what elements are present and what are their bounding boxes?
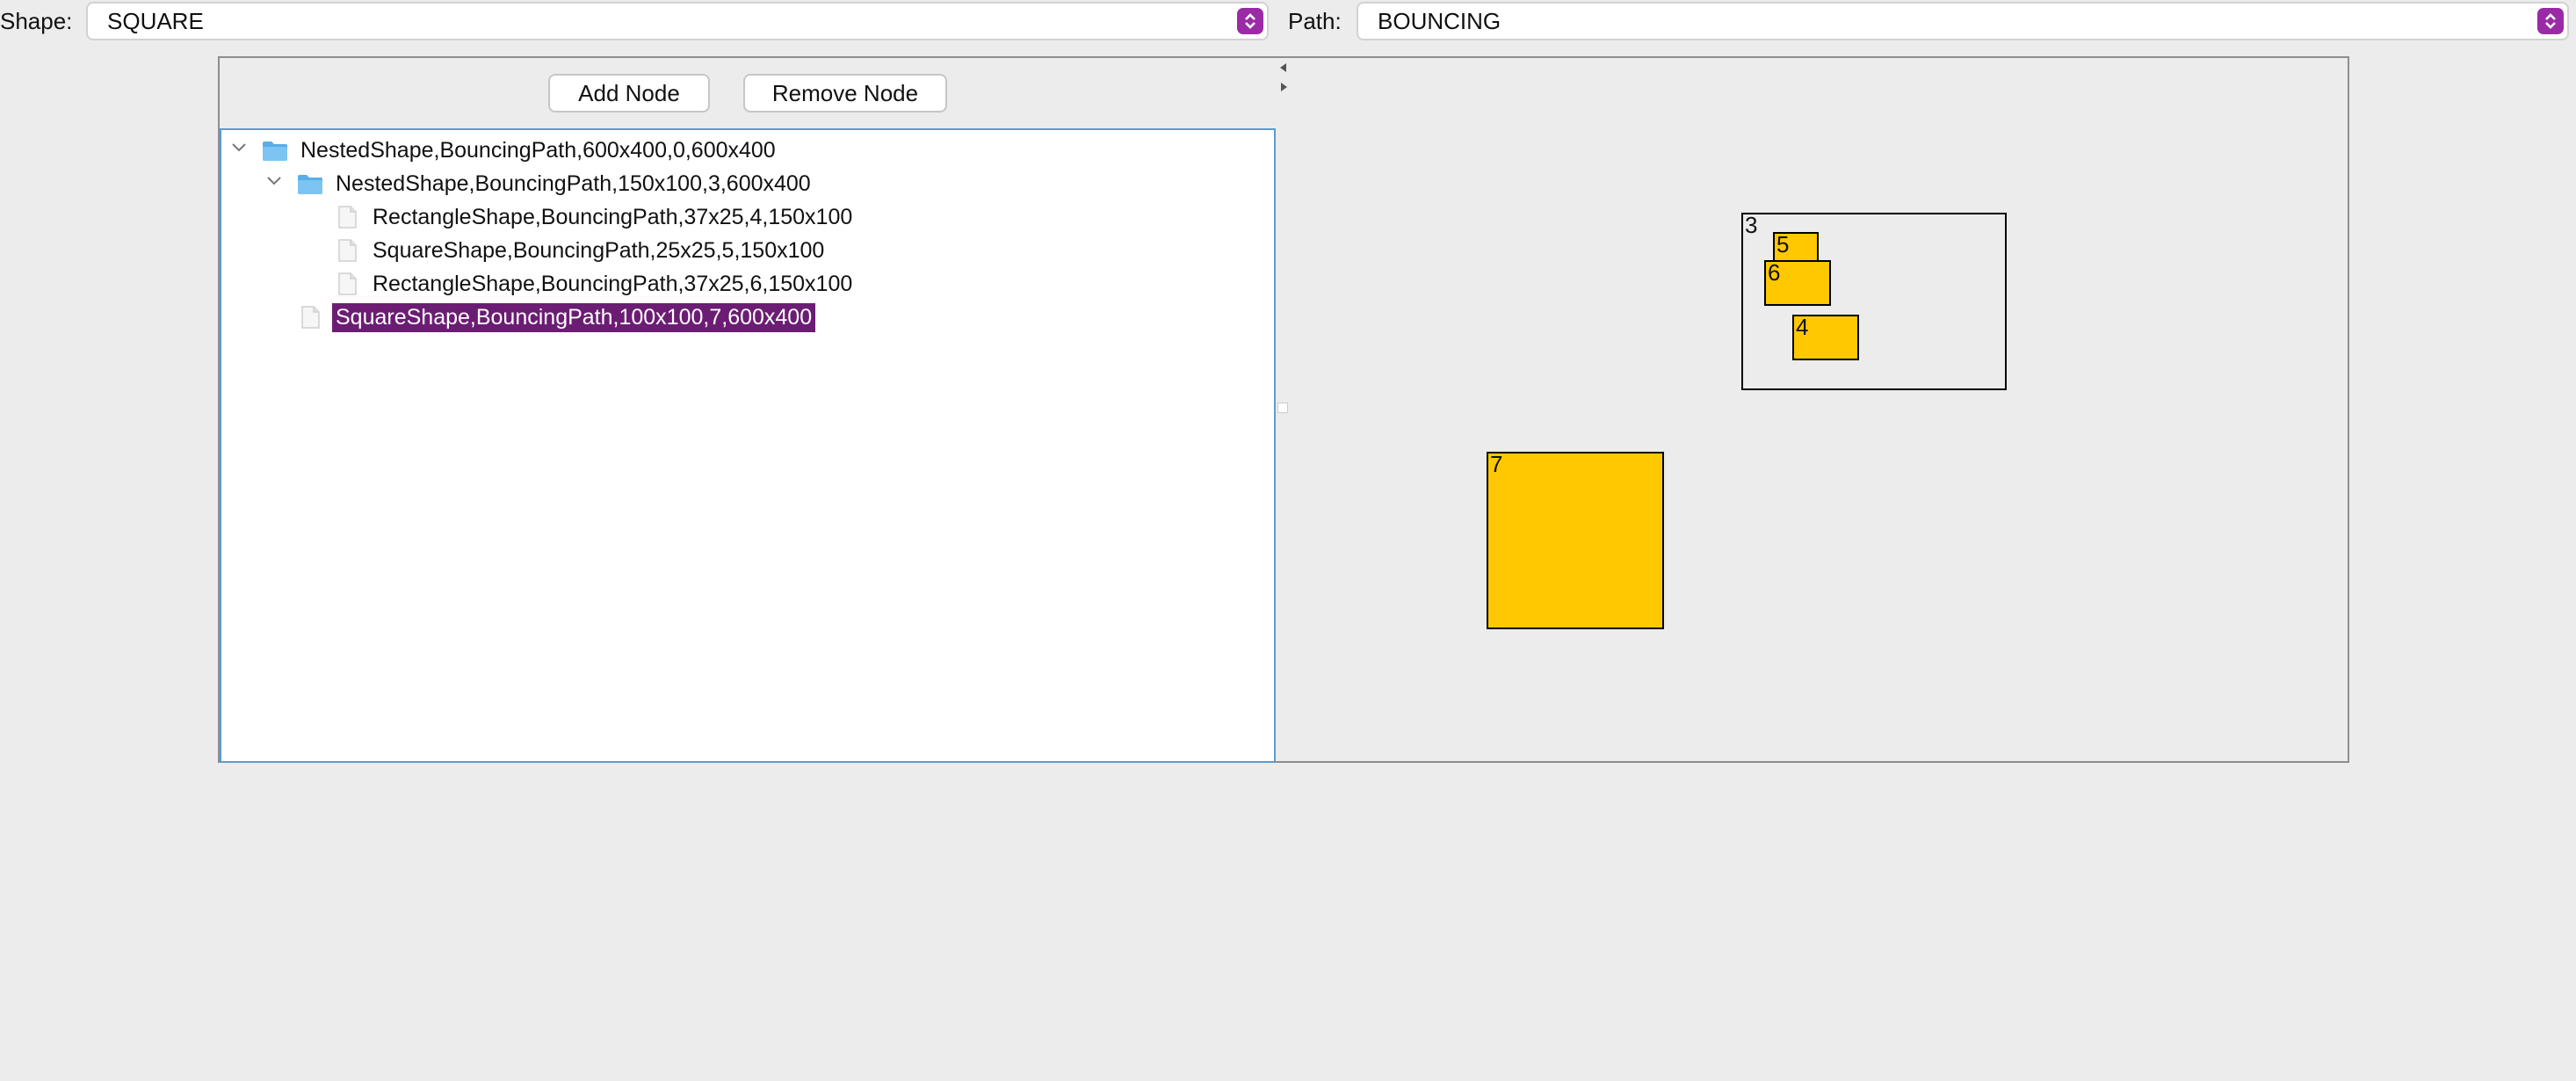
remove-node-button[interactable]: Remove Node <box>743 74 947 112</box>
chevron-updown-icon[interactable] <box>1237 8 1263 34</box>
file-icon <box>338 206 357 229</box>
rectangle-shape-6: 6 <box>1764 260 1831 306</box>
tree-node[interactable]: RectangleShape,BouncingPath,37x25,4,150x… <box>334 200 856 234</box>
animation-canvas: 3 5 6 4 7 <box>1276 58 2348 761</box>
file-icon <box>301 306 320 329</box>
shape-tree[interactable]: NestedShape,BouncingPath,600x400,0,600x4… <box>220 128 1276 763</box>
tree-node[interactable]: NestedShape,BouncingPath,600x400,0,600x4… <box>262 134 779 167</box>
path-dropdown[interactable]: BOUNCING <box>1357 2 2569 40</box>
tree-node[interactable]: RectangleShape,BouncingPath,37x25,6,150x… <box>334 267 856 301</box>
file-icon <box>338 239 357 262</box>
shape-label: Shape: <box>0 8 73 34</box>
rectangle-shape-4: 4 <box>1792 315 1859 360</box>
tree-node[interactable]: NestedShape,BouncingPath,150x100,3,600x4… <box>297 167 814 200</box>
folder-icon <box>263 141 287 161</box>
chevron-updown-icon[interactable] <box>2537 8 2564 34</box>
shape-dropdown-value: SQUARE <box>107 8 204 34</box>
tree-node-label: NestedShape,BouncingPath,150x100,3,600x4… <box>336 170 811 196</box>
shape-number: 7 <box>1490 451 1503 477</box>
path-label: Path: <box>1288 8 1342 34</box>
path-dropdown-value: BOUNCING <box>1378 8 1501 34</box>
square-shape-7: 7 <box>1487 452 1664 629</box>
shape-dropdown[interactable]: SQUARE <box>86 2 1269 40</box>
tree-node-selected[interactable]: SquareShape,BouncingPath,100x100,7,600x4… <box>297 301 816 334</box>
tree-node[interactable]: SquareShape,BouncingPath,25x25,5,150x100 <box>334 234 828 267</box>
chevron-down-icon[interactable] <box>264 170 285 192</box>
shape-number: 5 <box>1776 231 1790 258</box>
file-icon <box>338 272 357 295</box>
tree-node-label: RectangleShape,BouncingPath,37x25,4,150x… <box>373 204 853 229</box>
folder-icon <box>298 175 322 194</box>
add-node-button[interactable]: Add Node <box>548 74 710 112</box>
tree-node-label: NestedShape,BouncingPath,600x400,0,600x4… <box>300 137 776 163</box>
shape-number: 3 <box>1745 212 1758 238</box>
shape-number: 4 <box>1796 314 1809 340</box>
tree-node-label: SquareShape,BouncingPath,100x100,7,600x4… <box>332 302 816 332</box>
tree-node-label: RectangleShape,BouncingPath,37x25,6,150x… <box>373 271 853 296</box>
chevron-down-icon[interactable] <box>228 137 250 158</box>
tree-node-label: SquareShape,BouncingPath,25x25,5,150x100 <box>373 237 825 263</box>
shape-number: 6 <box>1768 259 1781 286</box>
